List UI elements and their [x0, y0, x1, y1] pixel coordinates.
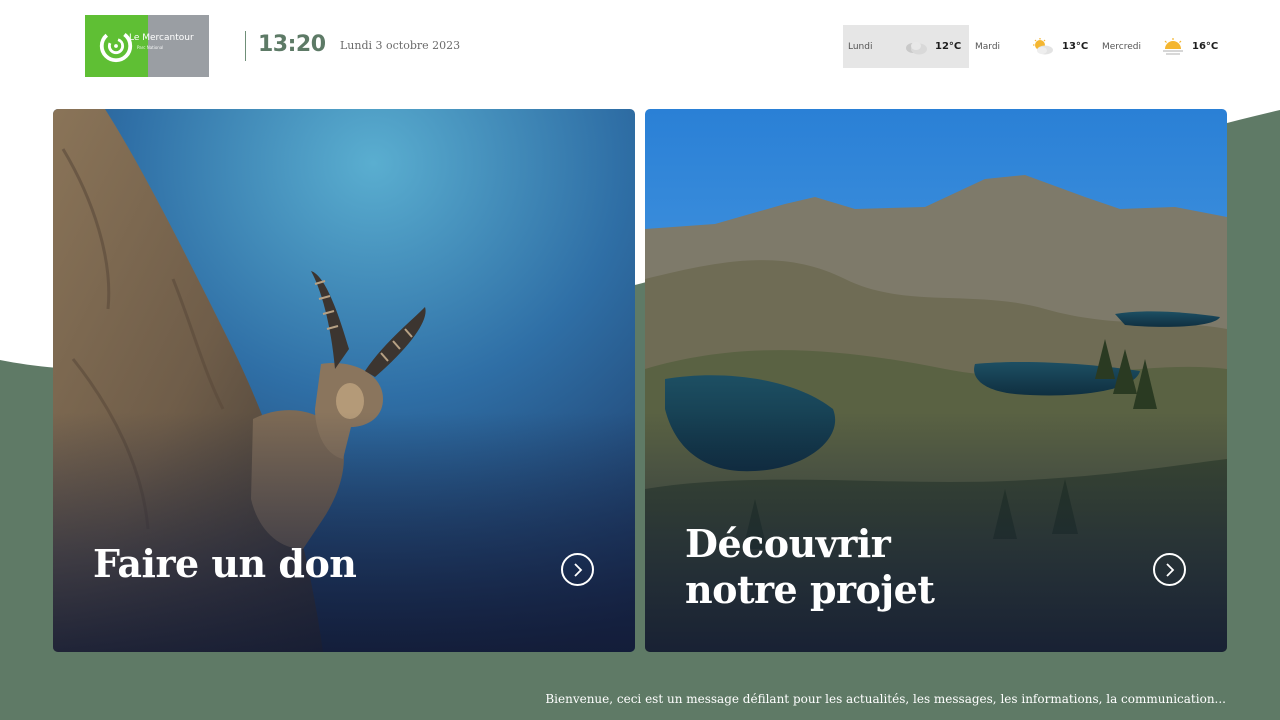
logo-subtitle: Parc National [137, 45, 164, 50]
arrow-right-icon[interactable] [1153, 553, 1186, 586]
header-bar: Le Mercantour Parc National 13:20 Lundi … [0, 0, 1280, 92]
cloud-icon [906, 41, 927, 54]
card-title: Découvrir notre projet [685, 521, 935, 612]
card-decouvrir-notre-projet[interactable]: Découvrir notre projet [645, 109, 1227, 652]
weather-temp: 13°C [1062, 41, 1089, 52]
card-faire-un-don[interactable]: Faire un don [53, 109, 635, 652]
weather-day-mardi[interactable]: Mardi 13°C [975, 25, 1095, 68]
weather-temp: 16°C [1192, 41, 1219, 52]
weather-day-lundi[interactable]: Lundi 12°C [843, 25, 969, 68]
card-overlay [53, 412, 635, 652]
clock: 13:20 [258, 32, 326, 57]
arrow-right-icon[interactable] [561, 553, 594, 586]
date: Lundi 3 octobre 2023 [340, 39, 461, 52]
weather-day-label: Mardi [975, 41, 1001, 52]
weather-day-mercredi[interactable]: Mercredi 16°C [1102, 25, 1222, 68]
weather-day-label: Mercredi [1102, 41, 1142, 52]
header-divider [245, 31, 246, 61]
logo-name: Le Mercantour [129, 33, 194, 43]
weather-day-label: Lundi [848, 41, 873, 52]
news-ticker: Bienvenue, ceci est un message défilant … [545, 692, 1226, 706]
weather-temp: 12°C [935, 41, 962, 52]
logo[interactable]: Le Mercantour Parc National [85, 15, 209, 77]
sunset-icon [1163, 37, 1183, 55]
card-title: Faire un don [93, 541, 357, 586]
sun-cloud-icon [1033, 37, 1053, 54]
